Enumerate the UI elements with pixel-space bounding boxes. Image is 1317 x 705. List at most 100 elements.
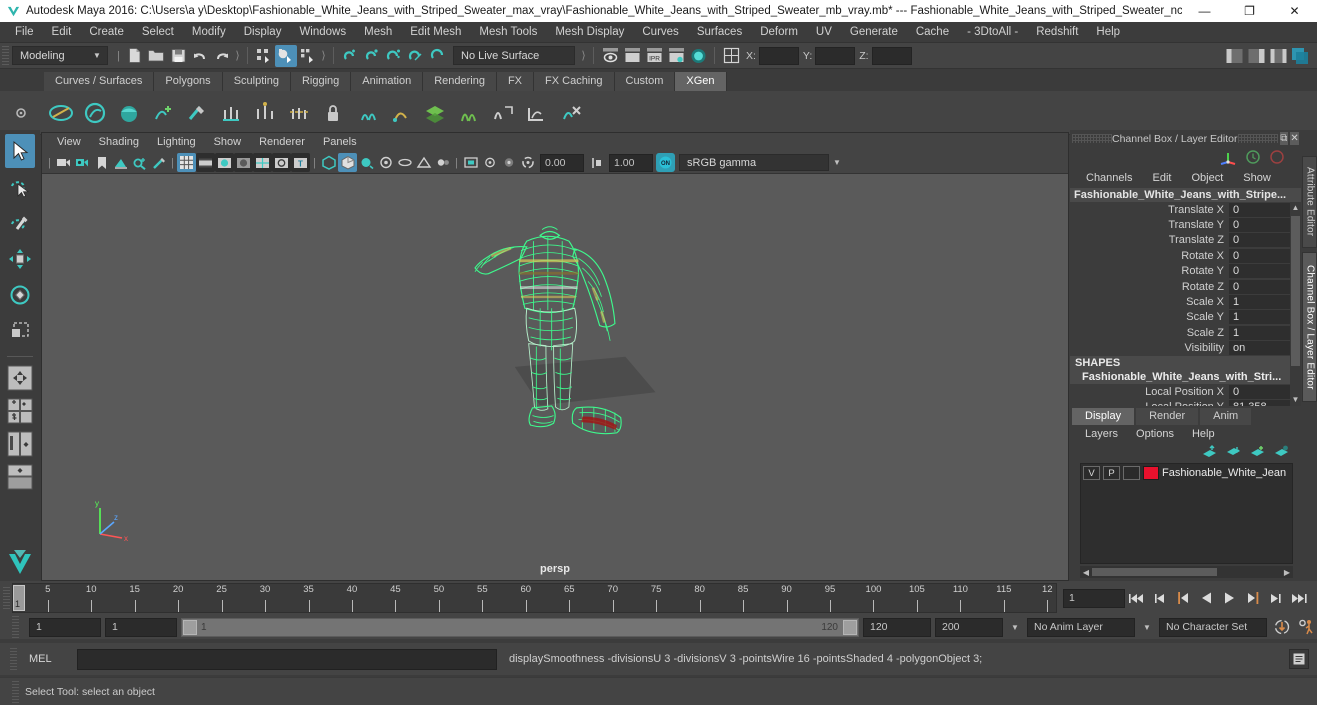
viewport-menu-lighting[interactable]: Lighting <box>148 133 205 152</box>
character-set-chevron-icon[interactable]: ▼ <box>1139 623 1155 632</box>
range-right-handle[interactable] <box>843 619 857 635</box>
playback-start-time-field[interactable]: 1 <box>105 617 177 637</box>
select-by-component-type-button[interactable] <box>297 45 319 67</box>
viewport-menu-show[interactable]: Show <box>205 133 251 152</box>
tab-attribute-editor[interactable]: Attribute Editor <box>1301 156 1317 248</box>
menu-mesh-tools[interactable]: Mesh Tools <box>470 22 546 43</box>
scrollbar-thumb[interactable] <box>1092 568 1217 576</box>
use-all-lights-icon[interactable] <box>338 153 357 172</box>
isolate-select-icon[interactable] <box>461 153 480 172</box>
animation-preferences-button[interactable] <box>1296 616 1317 638</box>
channel-row[interactable]: Translate X 0 <box>1070 202 1301 217</box>
script-editor-button[interactable] <box>1289 649 1309 669</box>
current-time-indicator[interactable]: 1 <box>13 585 25 611</box>
menu-create[interactable]: Create <box>80 22 133 43</box>
select-by-hierarchy-button[interactable] <box>253 45 275 67</box>
xgen-guide-set-icon[interactable] <box>350 96 384 130</box>
play-backwards-button[interactable] <box>1196 587 1217 609</box>
channel-row[interactable]: Translate Z 0 <box>1070 233 1301 248</box>
channel-row[interactable]: Scale Y 1 <box>1070 310 1301 325</box>
channel-row[interactable]: Rotate Y 0 <box>1070 264 1301 279</box>
grease-pencil-icon[interactable] <box>149 153 168 172</box>
open-scene-button[interactable] <box>145 45 167 67</box>
two-d-pan-zoom-icon[interactable] <box>130 153 149 172</box>
scrollbar-thumb[interactable] <box>1291 216 1300 366</box>
channel-row[interactable]: Translate Y 0 <box>1070 217 1301 233</box>
gamma-field[interactable]: 1.00 <box>609 153 653 172</box>
menu-mesh-display[interactable]: Mesh Display <box>546 22 633 43</box>
ipr-render-button[interactable]: IPR <box>643 45 665 67</box>
y-coord-field[interactable] <box>815 46 856 65</box>
channel-menu-channels[interactable]: Channels <box>1076 169 1142 188</box>
animation-start-time-field[interactable]: 1 <box>29 617 101 637</box>
toggle-shaded-icon[interactable] <box>215 153 234 172</box>
toggle-wireframe-on-shaded-icon[interactable] <box>253 153 272 172</box>
menu-mesh[interactable]: Mesh <box>355 22 401 43</box>
channel-menu-object[interactable]: Object <box>1181 169 1233 188</box>
xgen-lock-icon[interactable] <box>316 96 350 130</box>
menuset-selector[interactable]: Modeling ▼ <box>12 46 108 65</box>
step-forward-frame-button[interactable] <box>1242 587 1263 609</box>
image-plane-icon[interactable] <box>111 153 130 172</box>
bookmark-icon[interactable] <box>92 153 111 172</box>
show-hide-attribute-editor-button[interactable] <box>1245 45 1267 67</box>
shelf-tab-fx[interactable]: FX <box>496 72 535 91</box>
menu-help[interactable]: Help <box>1087 22 1129 43</box>
tab-anim-layers[interactable]: Anim <box>1200 408 1252 425</box>
shelf-tab-xgen[interactable]: XGen <box>675 72 727 91</box>
current-frame-field[interactable]: 1 <box>1063 588 1125 608</box>
render-current-frame-button[interactable] <box>599 45 621 67</box>
menu-uv[interactable]: UV <box>807 22 841 43</box>
create-layer-from-selected-icon[interactable] <box>1274 445 1289 461</box>
render-settings-button[interactable] <box>665 45 687 67</box>
layer-visibility-toggle[interactable]: V <box>1083 466 1100 480</box>
shelf-tab-custom[interactable]: Custom <box>614 72 676 91</box>
xgen-guide-curve-icon[interactable] <box>384 96 418 130</box>
scale-tool[interactable] <box>5 314 35 348</box>
tab-render-layers[interactable]: Render <box>1136 408 1199 425</box>
redo-previous-render-button[interactable] <box>621 45 643 67</box>
undo-button[interactable] <box>189 45 211 67</box>
shelf-tab-rigging[interactable]: Rigging <box>290 72 352 91</box>
play-forwards-button[interactable] <box>1219 587 1240 609</box>
shelf-tab-fx-caching[interactable]: FX Caching <box>534 72 615 91</box>
channel-menu-show[interactable]: Show <box>1233 169 1281 188</box>
help-line-grip[interactable] <box>12 680 19 703</box>
anim-layer-chevron-icon[interactable]: ▼ <box>1007 623 1023 632</box>
xgen-layers-icon[interactable] <box>418 96 452 130</box>
scroll-right-arrow-icon[interactable]: ▶ <box>1281 568 1293 577</box>
range-slider-bar[interactable]: 1 120 <box>181 617 859 637</box>
channel-row[interactable]: Local Position X 0 <box>1070 384 1301 399</box>
create-new-layer-icon[interactable] <box>1250 445 1265 461</box>
menu-modify[interactable]: Modify <box>183 22 235 43</box>
select-tool[interactable] <box>5 134 35 168</box>
use-default-lighting-icon[interactable] <box>319 153 338 172</box>
animation-end-time-field[interactable]: 200 <box>935 617 1003 637</box>
viewport-menu-renderer[interactable]: Renderer <box>250 133 314 152</box>
model-wireframe-mannequin[interactable] <box>452 202 682 447</box>
menu-select[interactable]: Select <box>133 22 183 43</box>
menu-edit-mesh[interactable]: Edit Mesh <box>401 22 470 43</box>
menu-curves[interactable]: Curves <box>633 22 687 43</box>
layer-type-toggle[interactable] <box>1123 466 1140 480</box>
viewport-menu-shading[interactable]: Shading <box>90 133 148 152</box>
toggle-xray-icon[interactable] <box>272 153 291 172</box>
screen-space-ao-icon[interactable] <box>376 153 395 172</box>
panel-drag-handle-left[interactable] <box>1072 134 1112 143</box>
show-hide-tool-settings-button[interactable] <box>1267 45 1289 67</box>
layer-menu-options[interactable]: Options <box>1127 425 1183 443</box>
xgen-bound-icon[interactable] <box>520 96 554 130</box>
move-tool[interactable] <box>5 242 35 276</box>
xgen-region-icon[interactable] <box>486 96 520 130</box>
go-to-start-button[interactable] <box>1127 587 1148 609</box>
shelf-tab-curves-surfaces[interactable]: Curves / Surfaces <box>44 72 155 91</box>
xgen-sphere-icon[interactable] <box>112 96 146 130</box>
statusline-grip[interactable] <box>2 45 9 66</box>
layout-outliner-persp-button[interactable] <box>5 429 35 459</box>
channel-box[interactable]: Fashionable_White_Jeans_with_Stripe... T… <box>1070 188 1301 406</box>
channel-row[interactable]: Rotate Z 0 <box>1070 279 1301 294</box>
layer-playback-toggle[interactable]: P <box>1103 466 1120 480</box>
live-surface-field[interactable]: No Live Surface <box>453 46 575 65</box>
camera-attributes-icon[interactable] <box>73 153 92 172</box>
shelf-tab-rendering[interactable]: Rendering <box>423 72 497 91</box>
